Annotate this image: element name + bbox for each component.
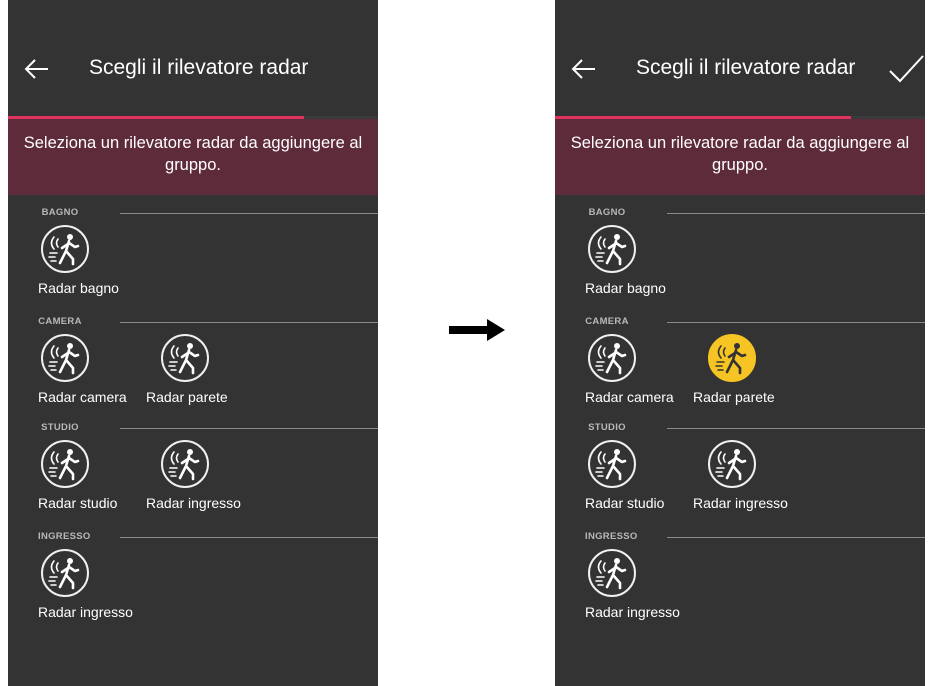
running-person-icon <box>595 558 627 590</box>
room-name: INGRESSO <box>38 531 91 542</box>
device-label: Radar ingresso <box>693 495 788 511</box>
arrow-left-icon <box>24 59 48 79</box>
running-person-icon <box>595 343 627 375</box>
room-name: STUDIO <box>41 422 79 433</box>
room-divider <box>667 213 925 214</box>
page-title: Scegli il rilevatore radar <box>636 56 856 79</box>
room-divider <box>667 537 925 538</box>
room-divider <box>667 322 925 323</box>
room-header-studio: STUDIO <box>38 422 378 434</box>
room-header-ingresso: INGRESSO <box>585 531 925 543</box>
app-bar: Scegli il rilevatore radar <box>555 0 925 116</box>
running-person-icon <box>168 343 200 375</box>
room-divider <box>120 213 378 214</box>
radar-motion-sensor-icon[interactable] <box>41 334 89 382</box>
back-button[interactable] <box>22 54 52 84</box>
room-header-studio: STUDIO <box>585 422 925 434</box>
back-button[interactable] <box>569 54 599 84</box>
screen-before-selection: Scegli il rilevatore radar Seleziona un … <box>8 0 378 686</box>
radar-motion-sensor-icon[interactable] <box>708 440 756 488</box>
running-person-icon <box>595 234 627 266</box>
radar-motion-sensor-icon[interactable] <box>708 334 756 382</box>
room-divider <box>120 322 378 323</box>
room-divider <box>667 428 925 429</box>
room-divider <box>120 537 378 538</box>
running-person-icon <box>595 449 627 481</box>
running-person-icon <box>715 449 747 481</box>
room-divider <box>120 428 378 429</box>
room-name: INGRESSO <box>585 531 638 542</box>
device-label: Radar ingresso <box>38 604 133 620</box>
device-label: Radar camera <box>585 389 674 405</box>
device-label: Radar bagno <box>585 280 666 296</box>
room-name: CAMERA <box>585 316 629 327</box>
radar-motion-sensor-icon[interactable] <box>588 440 636 488</box>
device-label: Radar ingresso <box>585 604 680 620</box>
device-label: Radar camera <box>38 389 127 405</box>
arrow-right-icon <box>449 319 505 346</box>
room-header-bagno: BAGNO <box>38 207 378 219</box>
app-bar: Scegli il rilevatore radar <box>8 0 378 116</box>
screen-after-selection: Scegli il rilevatore radar Seleziona un … <box>555 0 925 686</box>
running-person-icon <box>48 343 80 375</box>
radar-motion-sensor-icon[interactable] <box>588 225 636 273</box>
room-header-camera: CAMERA <box>585 316 925 328</box>
radar-motion-sensor-icon[interactable] <box>161 440 209 488</box>
checkmark-icon <box>889 55 924 83</box>
room-header-ingresso: INGRESSO <box>38 531 378 543</box>
device-label: Radar studio <box>38 495 118 511</box>
running-person-icon <box>48 234 80 266</box>
radar-motion-sensor-icon[interactable] <box>588 334 636 382</box>
instruction-banner: Seleziona un rilevatore radar da aggiung… <box>8 119 378 195</box>
radar-motion-sensor-icon[interactable] <box>588 549 636 597</box>
running-person-icon <box>168 449 200 481</box>
room-name: BAGNO <box>588 207 626 218</box>
instruction-banner: Seleziona un rilevatore radar da aggiung… <box>555 119 925 195</box>
device-label: Radar bagno <box>38 280 119 296</box>
running-person-icon <box>48 449 80 481</box>
radar-motion-sensor-icon[interactable] <box>41 440 89 488</box>
room-name: BAGNO <box>41 207 79 218</box>
running-person-icon <box>48 558 80 590</box>
page-title: Scegli il rilevatore radar <box>89 56 309 79</box>
arrow-left-icon <box>571 59 595 79</box>
device-label: Radar parete <box>693 389 775 405</box>
device-label: Radar studio <box>585 495 665 511</box>
radar-motion-sensor-icon[interactable] <box>41 225 89 273</box>
radar-motion-sensor-icon[interactable] <box>161 334 209 382</box>
room-header-camera: CAMERA <box>38 316 378 328</box>
device-label: Radar ingresso <box>146 495 241 511</box>
room-name: STUDIO <box>588 422 626 433</box>
room-name: CAMERA <box>38 316 82 327</box>
radar-motion-sensor-icon[interactable] <box>41 549 89 597</box>
device-label: Radar parete <box>146 389 228 405</box>
confirm-button[interactable] <box>883 54 925 86</box>
running-person-icon <box>715 343 747 375</box>
room-header-bagno: BAGNO <box>585 207 925 219</box>
